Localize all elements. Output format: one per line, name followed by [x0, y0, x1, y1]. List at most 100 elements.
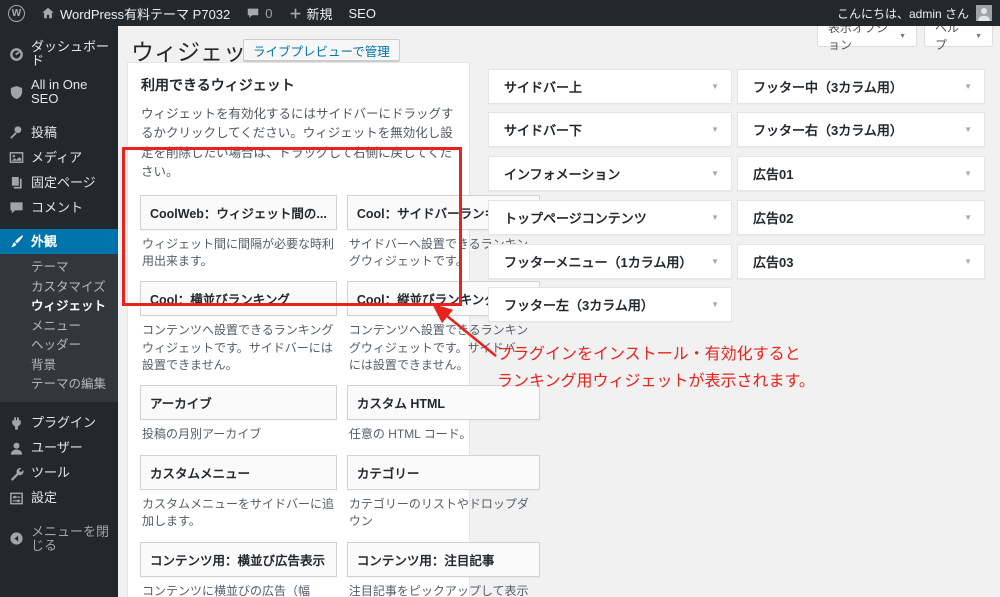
- toggle-chevron-icon[interactable]: ▼: [964, 213, 972, 222]
- sidebar-item-label: メニューを閉じる: [31, 523, 110, 553]
- sidebar-item-users[interactable]: ユーザー: [0, 436, 118, 461]
- widget-area-title: フッター中（3カラム用）: [753, 80, 903, 95]
- submenu-item-customize[interactable]: カスタマイズ: [0, 278, 118, 298]
- widget-area-title: サイドバー上: [504, 80, 583, 95]
- site-name-menu[interactable]: WordPress有料テーマ P7032: [33, 0, 238, 26]
- submenu-item-widgets[interactable]: ウィジェット: [0, 297, 118, 317]
- help-button[interactable]: ヘルプ ▼: [924, 21, 993, 52]
- widget-area-top-page-content[interactable]: トップページコンテンツ ▼: [488, 200, 732, 235]
- widget-custom-menu: カスタムメニュー カスタムメニューをサイドバーに追加します。: [140, 454, 337, 539]
- sidebar-item-collapse-menu[interactable]: メニューを閉じる: [0, 520, 118, 558]
- widget-description: 任意の HTML コード。: [348, 427, 472, 442]
- widget-coolweb-spacer: CoolWeb：ウィジェット間の... ウィジェット間に間隔が必要な時利用出来ま…: [140, 194, 337, 279]
- widget-area-title: インフォメーション: [504, 167, 621, 182]
- sidebar-item-appearance[interactable]: 外観: [0, 229, 118, 254]
- widget-area-title: 広告02: [753, 211, 794, 226]
- sidebar-item-label: ユーザー: [31, 440, 83, 455]
- sidebar-item-label: コメント: [31, 199, 84, 215]
- site-name-label: WordPress有料テーマ P7032: [60, 6, 231, 22]
- widget-title-bar[interactable]: コンテンツ用：横並び広告表示: [140, 541, 337, 577]
- submenu-item-background[interactable]: 背景: [0, 356, 118, 376]
- screen-options-button[interactable]: 表示オプション ▼: [817, 21, 917, 52]
- widget-area-title: フッターメニュー（1カラム用）: [504, 255, 693, 270]
- widget-area-title: サイドバー下: [504, 123, 583, 138]
- submenu-item-header[interactable]: ヘッダー: [0, 336, 118, 356]
- widget-area-title: 広告01: [753, 167, 794, 182]
- sidebar-item-media[interactable]: メディア: [0, 145, 118, 170]
- appearance-submenu: テーマ カスタマイズ ウィジェット メニュー ヘッダー 背景 テーマの編集: [0, 254, 118, 402]
- sidebar-item-comments[interactable]: コメント: [0, 195, 118, 220]
- widget-area-ad03[interactable]: 広告03 ▼: [737, 244, 985, 279]
- widget-area-ad01[interactable]: 広告01 ▼: [737, 156, 985, 191]
- wordpress-logo-icon: W: [8, 4, 25, 22]
- widget-content-featured-posts: コンテンツ用：注目記事 注目記事をピックアップして表示します。（コンテンツ用です…: [346, 541, 540, 597]
- toggle-chevron-icon[interactable]: ▼: [711, 257, 719, 266]
- widget-title-bar[interactable]: カスタムメニュー: [140, 454, 337, 490]
- submenu-item-themes[interactable]: テーマ: [0, 258, 118, 278]
- toggle-chevron-icon[interactable]: ▼: [711, 213, 719, 222]
- annotation-line-1: プラグインをインストール・有効化すると: [497, 346, 801, 363]
- comment-icon: [9, 200, 24, 215]
- sidebar-item-label: メディア: [31, 149, 83, 165]
- sidebar-item-label: 投稿: [31, 124, 58, 140]
- widget-area-title: フッター右（3カラム用）: [753, 123, 903, 138]
- pages-icon: [9, 175, 24, 190]
- widget-title-bar[interactable]: コンテンツ用：注目記事: [346, 541, 540, 577]
- widget-area-sidebar-top[interactable]: サイドバー上 ▼: [488, 69, 732, 104]
- comment-count: 0: [265, 5, 273, 21]
- widget-area-information[interactable]: インフォメーション ▼: [488, 156, 732, 191]
- seo-menu[interactable]: SEO: [341, 0, 384, 26]
- users-icon: [9, 441, 24, 456]
- sidebar-item-label: 設定: [31, 490, 58, 505]
- widget-description: 投稿の月別アーカイブ: [142, 427, 262, 442]
- toggle-chevron-icon[interactable]: ▼: [964, 257, 972, 266]
- widget-title-bar[interactable]: CoolWeb：ウィジェット間の...: [140, 194, 337, 230]
- sidebar-item-label: プラグイン: [31, 415, 97, 430]
- collapse-icon: [9, 531, 24, 546]
- toggle-chevron-icon[interactable]: ▼: [711, 125, 719, 134]
- widget-title-bar[interactable]: Cool：横並びランキング: [140, 281, 337, 317]
- sidebar-item-all-in-one-seo[interactable]: All in One SEO: [0, 73, 118, 111]
- admin-sidebar: ダッシュボード All in One SEO 投稿 メディア 固定ページ コメン…: [0, 26, 118, 597]
- toggle-chevron-icon[interactable]: ▼: [964, 82, 972, 91]
- sidebar-item-tools[interactable]: ツール: [0, 461, 118, 486]
- toggle-chevron-icon[interactable]: ▼: [711, 82, 719, 91]
- widget-area-footer-left-3col[interactable]: フッター左（3カラム用） ▼: [488, 287, 732, 322]
- widget-title-bar[interactable]: アーカイブ: [140, 385, 337, 421]
- shield-icon: [9, 85, 24, 100]
- submenu-item-menus[interactable]: メニュー: [0, 317, 118, 337]
- sidebar-item-settings[interactable]: 設定: [0, 486, 118, 511]
- widget-description: コンテンツに横並びの広告（幅300px対応）を表示できます。: [142, 583, 311, 597]
- toggle-chevron-icon[interactable]: ▼: [964, 169, 972, 178]
- sidebar-item-plugins[interactable]: プラグイン: [0, 411, 118, 436]
- user-greeting[interactable]: こんにちは、admin さん: [837, 5, 969, 22]
- sidebar-item-pages[interactable]: 固定ページ: [0, 170, 118, 195]
- widget-title-bar[interactable]: カテゴリー: [346, 454, 540, 490]
- toggle-chevron-icon[interactable]: ▼: [711, 169, 719, 178]
- live-preview-button[interactable]: ライブプレビューで管理: [243, 39, 400, 61]
- widget-content-horizontal-ads: コンテンツ用：横並び広告表示 コンテンツに横並びの広告（幅300px対応）を表示…: [140, 541, 337, 597]
- wordpress-logo-menu[interactable]: W: [0, 0, 33, 26]
- widget-area-footer-menu-1col[interactable]: フッターメニュー（1カラム用） ▼: [488, 244, 732, 279]
- widget-area-title: フッター左（3カラム用）: [504, 298, 654, 313]
- submenu-item-editor[interactable]: テーマの編集: [0, 375, 118, 395]
- comments-menu[interactable]: 0: [238, 0, 280, 26]
- annotation-line-2: ランキング用ウィジェットが表示されます。: [497, 373, 815, 390]
- avatar[interactable]: [976, 5, 992, 21]
- sidebar-item-posts[interactable]: 投稿: [0, 120, 118, 145]
- widget-description: ウィジェット間に間隔が必要な時利用出来ます。: [142, 236, 335, 268]
- widget-area-sidebar-bottom[interactable]: サイドバー下 ▼: [488, 112, 732, 147]
- settings-icon: [9, 491, 24, 506]
- annotation-text: プラグインをインストール・有効化すると ランキング用ウィジェットが表示されます。: [497, 341, 815, 395]
- toggle-chevron-icon[interactable]: ▼: [711, 300, 719, 309]
- sidebar-item-dashboard[interactable]: ダッシュボード: [0, 35, 118, 73]
- widget-area-footer-center-3col[interactable]: フッター中（3カラム用） ▼: [737, 69, 985, 104]
- widgets-admin-screen: W WordPress有料テーマ P7032 0 新規 SEO こんにちは、ad…: [0, 0, 1000, 597]
- new-label: 新規: [306, 6, 333, 22]
- toggle-chevron-icon[interactable]: ▼: [964, 125, 972, 134]
- new-content-menu[interactable]: 新規: [281, 0, 341, 26]
- sidebar-item-label: ツール: [31, 465, 71, 480]
- widget-area-ad02[interactable]: 広告02 ▼: [737, 200, 985, 235]
- home-icon: [41, 6, 55, 20]
- widget-area-footer-right-3col[interactable]: フッター右（3カラム用） ▼: [737, 112, 985, 147]
